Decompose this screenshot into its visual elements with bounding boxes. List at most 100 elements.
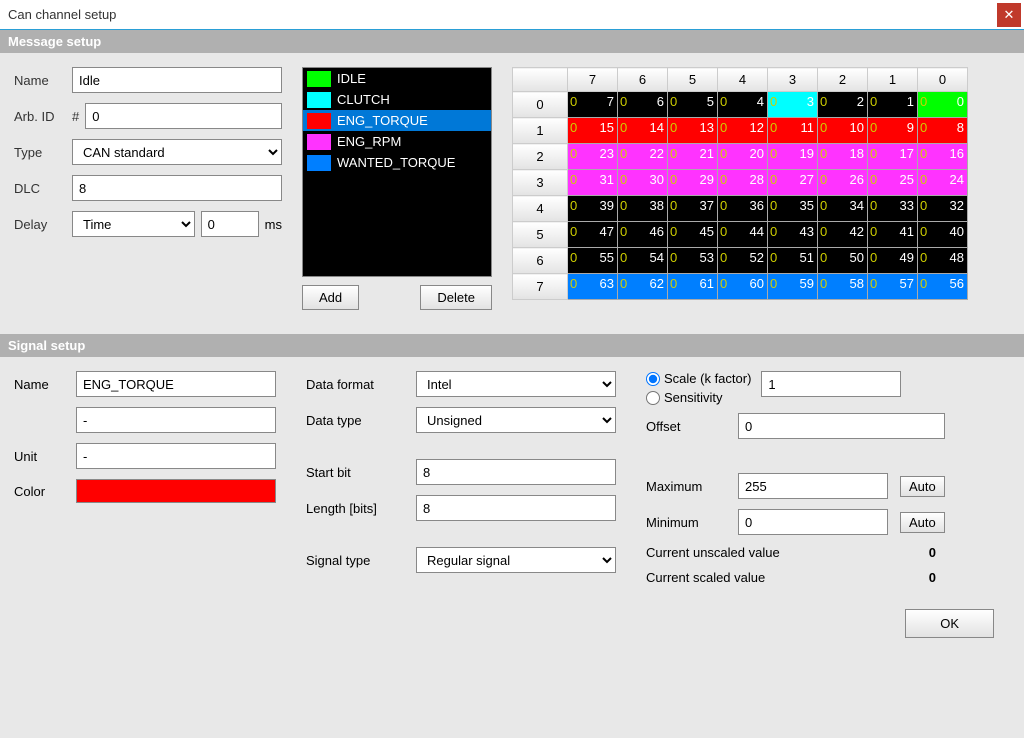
max-auto-button[interactable]: Auto xyxy=(900,476,945,497)
arbid-input[interactable] xyxy=(85,103,282,129)
grid-cell[interactable]: 01 xyxy=(868,92,918,118)
signal-list-item[interactable]: ENG_TORQUE xyxy=(303,110,491,131)
grid-cell[interactable]: 057 xyxy=(868,274,918,300)
grid-cell[interactable]: 039 xyxy=(568,196,618,222)
grid-cell[interactable]: 041 xyxy=(868,222,918,248)
grid-cell[interactable]: 052 xyxy=(718,248,768,274)
ok-button[interactable]: OK xyxy=(905,609,994,638)
grid-cell[interactable]: 017 xyxy=(868,144,918,170)
grid-cell[interactable]: 033 xyxy=(868,196,918,222)
grid-cell[interactable]: 056 xyxy=(918,274,968,300)
sig-name-input[interactable] xyxy=(76,371,276,397)
color-swatch[interactable] xyxy=(76,479,276,503)
grid-cell[interactable]: 051 xyxy=(768,248,818,274)
scale-input[interactable] xyxy=(761,371,901,397)
name-input[interactable] xyxy=(72,67,282,93)
max-input[interactable] xyxy=(738,473,888,499)
length-input[interactable] xyxy=(416,495,616,521)
grid-cell[interactable]: 04 xyxy=(718,92,768,118)
grid-cell[interactable]: 036 xyxy=(718,196,768,222)
grid-cell[interactable]: 016 xyxy=(918,144,968,170)
signal-list-item[interactable]: ENG_RPM xyxy=(303,131,491,152)
scale-radio[interactable] xyxy=(646,372,660,386)
min-input[interactable] xyxy=(738,509,888,535)
delete-button[interactable]: Delete xyxy=(420,285,492,310)
grid-cell[interactable]: 06 xyxy=(618,92,668,118)
grid-cell[interactable]: 037 xyxy=(668,196,718,222)
grid-cell[interactable]: 028 xyxy=(718,170,768,196)
grid-cell[interactable]: 07 xyxy=(568,92,618,118)
grid-cell[interactable]: 062 xyxy=(618,274,668,300)
grid-cell[interactable]: 08 xyxy=(918,118,968,144)
grid-cell[interactable]: 03 xyxy=(768,92,818,118)
grid-cell[interactable]: 014 xyxy=(618,118,668,144)
delay-value-input[interactable] xyxy=(201,211,259,237)
grid-cell[interactable]: 032 xyxy=(918,196,968,222)
grid-cell[interactable]: 026 xyxy=(818,170,868,196)
grid-cell[interactable]: 042 xyxy=(818,222,868,248)
grid-cell[interactable]: 046 xyxy=(618,222,668,248)
grid-cell[interactable]: 050 xyxy=(818,248,868,274)
grid-cell[interactable]: 011 xyxy=(768,118,818,144)
grid-cell[interactable]: 02 xyxy=(818,92,868,118)
grid-cell[interactable]: 040 xyxy=(918,222,968,248)
grid-cell[interactable]: 013 xyxy=(668,118,718,144)
dlc-input[interactable] xyxy=(72,175,282,201)
grid-cell[interactable]: 024 xyxy=(918,170,968,196)
grid-cell[interactable]: 030 xyxy=(618,170,668,196)
signal-list-item[interactable]: WANTED_TORQUE xyxy=(303,152,491,173)
unit-input[interactable] xyxy=(76,443,276,469)
grid-cell[interactable]: 043 xyxy=(768,222,818,248)
grid-cell[interactable]: 023 xyxy=(568,144,618,170)
signal-list[interactable]: IDLECLUTCHENG_TORQUEENG_RPMWANTED_TORQUE xyxy=(302,67,492,277)
grid-cell[interactable]: 020 xyxy=(718,144,768,170)
sensitivity-radio-label[interactable]: Sensitivity xyxy=(646,390,751,405)
grid-cell[interactable]: 053 xyxy=(668,248,718,274)
grid-cell[interactable]: 027 xyxy=(768,170,818,196)
delay-mode-select[interactable]: Time xyxy=(72,211,195,237)
grid-cell[interactable]: 019 xyxy=(768,144,818,170)
grid-cell[interactable]: 061 xyxy=(668,274,718,300)
grid-cell[interactable]: 012 xyxy=(718,118,768,144)
grid-cell[interactable]: 038 xyxy=(618,196,668,222)
min-auto-button[interactable]: Auto xyxy=(900,512,945,533)
signal-list-item[interactable]: CLUTCH xyxy=(303,89,491,110)
sigtype-select[interactable]: Regular signal xyxy=(416,547,616,573)
grid-cell[interactable]: 018 xyxy=(818,144,868,170)
close-icon[interactable]: ✕ xyxy=(997,3,1021,27)
dformat-select[interactable]: Intel xyxy=(416,371,616,397)
grid-cell[interactable]: 063 xyxy=(568,274,618,300)
add-button[interactable]: Add xyxy=(302,285,359,310)
grid-cell[interactable]: 060 xyxy=(718,274,768,300)
grid-cell[interactable]: 029 xyxy=(668,170,718,196)
startbit-input[interactable] xyxy=(416,459,616,485)
grid-cell[interactable]: 031 xyxy=(568,170,618,196)
grid-cell[interactable]: 022 xyxy=(618,144,668,170)
grid-cell[interactable]: 059 xyxy=(768,274,818,300)
type-select[interactable]: CAN standard xyxy=(72,139,282,165)
grid-cell[interactable]: 054 xyxy=(618,248,668,274)
grid-cell[interactable]: 021 xyxy=(668,144,718,170)
grid-cell[interactable]: 048 xyxy=(918,248,968,274)
bit-grid[interactable]: 7654321000706050403020100101501401301201… xyxy=(512,67,968,300)
grid-cell[interactable]: 09 xyxy=(868,118,918,144)
grid-cell[interactable]: 055 xyxy=(568,248,618,274)
grid-cell[interactable]: 00 xyxy=(918,92,968,118)
grid-cell[interactable]: 05 xyxy=(668,92,718,118)
sig-line2-input[interactable] xyxy=(76,407,276,433)
grid-cell[interactable]: 047 xyxy=(568,222,618,248)
offset-input[interactable] xyxy=(738,413,945,439)
sensitivity-radio[interactable] xyxy=(646,391,660,405)
grid-cell[interactable]: 058 xyxy=(818,274,868,300)
grid-cell[interactable]: 044 xyxy=(718,222,768,248)
grid-cell[interactable]: 035 xyxy=(768,196,818,222)
grid-cell[interactable]: 025 xyxy=(868,170,918,196)
grid-cell[interactable]: 045 xyxy=(668,222,718,248)
signal-list-item[interactable]: IDLE xyxy=(303,68,491,89)
dtype-select[interactable]: Unsigned xyxy=(416,407,616,433)
grid-cell[interactable]: 034 xyxy=(818,196,868,222)
grid-cell[interactable]: 015 xyxy=(568,118,618,144)
scale-radio-label[interactable]: Scale (k factor) xyxy=(646,371,751,386)
grid-cell[interactable]: 049 xyxy=(868,248,918,274)
grid-cell[interactable]: 010 xyxy=(818,118,868,144)
